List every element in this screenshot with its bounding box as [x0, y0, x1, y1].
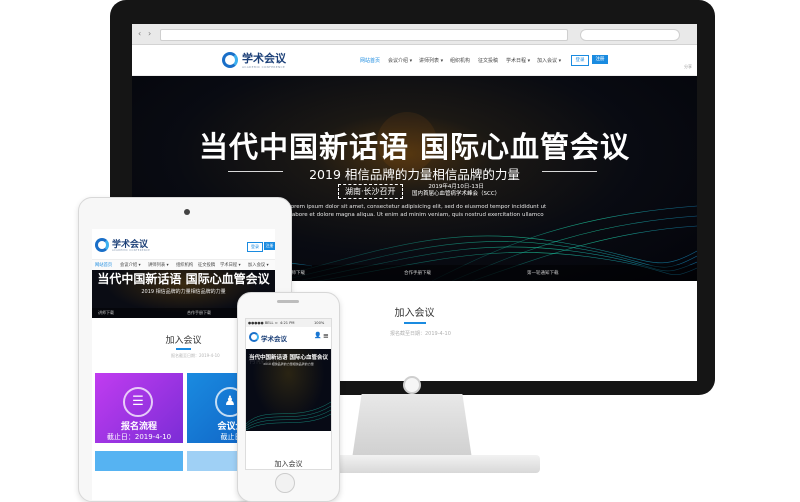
section-subtitle: 报名截至日期：2019-4-10 [390, 331, 451, 337]
tablet-login-button[interactable]: 登录 [247, 242, 263, 252]
tablet-logo-swirl-icon [95, 238, 109, 252]
nav-papers[interactable]: 征文投稿 [478, 57, 498, 64]
card-registration-title: 报名流程 [120, 422, 157, 432]
monitor-logo-icon [403, 376, 421, 394]
phone-logo-swirl-icon [249, 332, 259, 342]
nav-organization[interactable]: 组织机构 [450, 57, 470, 64]
tablet-download-speaker-link[interactable]: 讲师下载 [98, 310, 114, 316]
banner-description: Lorem ipsum dolor sit amet, consectetur … [287, 204, 547, 218]
tablet-camera-icon [184, 209, 190, 215]
forward-button[interactable]: › [148, 29, 151, 39]
tablet-nav-about[interactable]: 会议介绍 ▾ [120, 262, 141, 268]
banner-divider-right [542, 171, 597, 172]
tablet-nav-organization[interactable]: 组织机构 [176, 262, 193, 268]
banner-event-name: 国内首届心血管病学术峰会（SCC） [412, 191, 501, 197]
phone-status-bar: ●●●●● BELL ≈ 4:21 PM 100% [246, 319, 331, 327]
register-button[interactable]: 注册 [592, 55, 608, 64]
share-side-tab[interactable]: 分享 [684, 64, 697, 74]
nav-join[interactable]: 加入会议 ▾ [537, 57, 561, 64]
browser-chrome: ‹ › [132, 24, 697, 45]
tablet-section-underline [176, 348, 191, 350]
phone-speaker [277, 300, 299, 303]
site-logo-text: 学术会议 [242, 52, 286, 65]
tablet-nav-schedule[interactable]: 学术日程 ▾ [220, 262, 241, 268]
tablet-banner-title: 当代中国新话语 国际心血管会议 [97, 272, 270, 286]
phone-banner-title: 当代中国新话语 国际心血管会议 [249, 355, 328, 361]
address-bar[interactable] [160, 29, 568, 41]
user-icon[interactable]: 👤 [314, 332, 321, 339]
phone-logo-text: 学术会议 [261, 335, 287, 343]
menu-icon[interactable]: ≡ [323, 332, 329, 340]
nav-schedule[interactable]: 学术日程 ▾ [506, 57, 530, 64]
tablet-logo-sub: ACADEMIC CONFERENCE [112, 249, 151, 252]
banner-date: 2019年4月10日-13日 [428, 184, 484, 190]
back-button[interactable]: ‹ [138, 29, 141, 39]
tablet-download-handbook-link[interactable]: 合作手册下载 [187, 310, 211, 316]
tablet-nav-home[interactable]: 网站首页 [95, 262, 112, 268]
card-registration-date: 截止日：2019-4-10 [106, 433, 172, 441]
section-underline [404, 322, 426, 324]
monitor-stand-neck [352, 394, 472, 459]
phone-time: 4:21 PM [280, 321, 295, 325]
banner-date-block: 2019年4月10日-13日 国内首届心血管病学术峰会（SCC） [412, 184, 500, 198]
site-header: 学术会议 ACADEMIC CONFERENCE 网站首页 会议介绍 ▾ 讲师列… [132, 45, 697, 76]
phone-carrier: ●●●●● BELL ≈ [248, 321, 278, 325]
phone-battery: 100% [314, 321, 325, 325]
banner-subtitle: 2019 相信品牌的力量相信品牌的力量 [309, 167, 520, 182]
banner-location: 湖南·长沙召开 [338, 184, 403, 199]
list-doc-icon: ☰ [123, 387, 153, 417]
banner-title: 当代中国新话语 国际心血管会议 [198, 130, 631, 164]
tablet-nav-papers[interactable]: 征文投稿 [198, 262, 215, 268]
phone-banner-subtitle: 2019 相信品牌的力量相信品牌的力量 [263, 362, 314, 366]
nav-home[interactable]: 网站首页 [360, 57, 380, 64]
phone-home-button[interactable] [275, 473, 295, 493]
site-logo-sub: ACADEMIC CONFERENCE [242, 65, 286, 69]
tablet-header: 学术会议 ACADEMIC CONFERENCE 登录 注册 [92, 229, 275, 259]
card-registration[interactable]: ☰ 报名流程 截止日：2019-4-10 [95, 373, 183, 443]
logo-swirl-icon [222, 52, 238, 68]
download-handbook-link[interactable]: 合作手册下载 [404, 270, 431, 276]
tablet-register-button[interactable]: 注册 [264, 242, 275, 250]
browser-search[interactable] [580, 29, 680, 41]
nav-about[interactable]: 会议介绍 ▾ [388, 57, 412, 64]
phone-header: 学术会议 👤 ≡ [246, 327, 331, 350]
tablet-section-subtitle: 报名截至日期：2019-4-10 [171, 353, 220, 358]
card-placeholder-left[interactable] [95, 451, 183, 471]
login-button[interactable]: 登录 [571, 55, 589, 66]
download-notice-link[interactable]: 第一轮通知下载 [527, 270, 559, 276]
tablet-nav-join[interactable]: 加入会议 ▾ [248, 262, 269, 268]
phone-section-title: 加入会议 [274, 460, 303, 468]
tablet-nav-speakers[interactable]: 讲师列表 ▾ [148, 262, 169, 268]
phone-wave-graphic [246, 401, 331, 431]
phone-screen: ●●●●● BELL ≈ 4:21 PM 100% 学术会议 👤 ≡ 有限公司 … [245, 318, 332, 470]
nav-speakers[interactable]: 讲师列表 ▾ [419, 57, 443, 64]
